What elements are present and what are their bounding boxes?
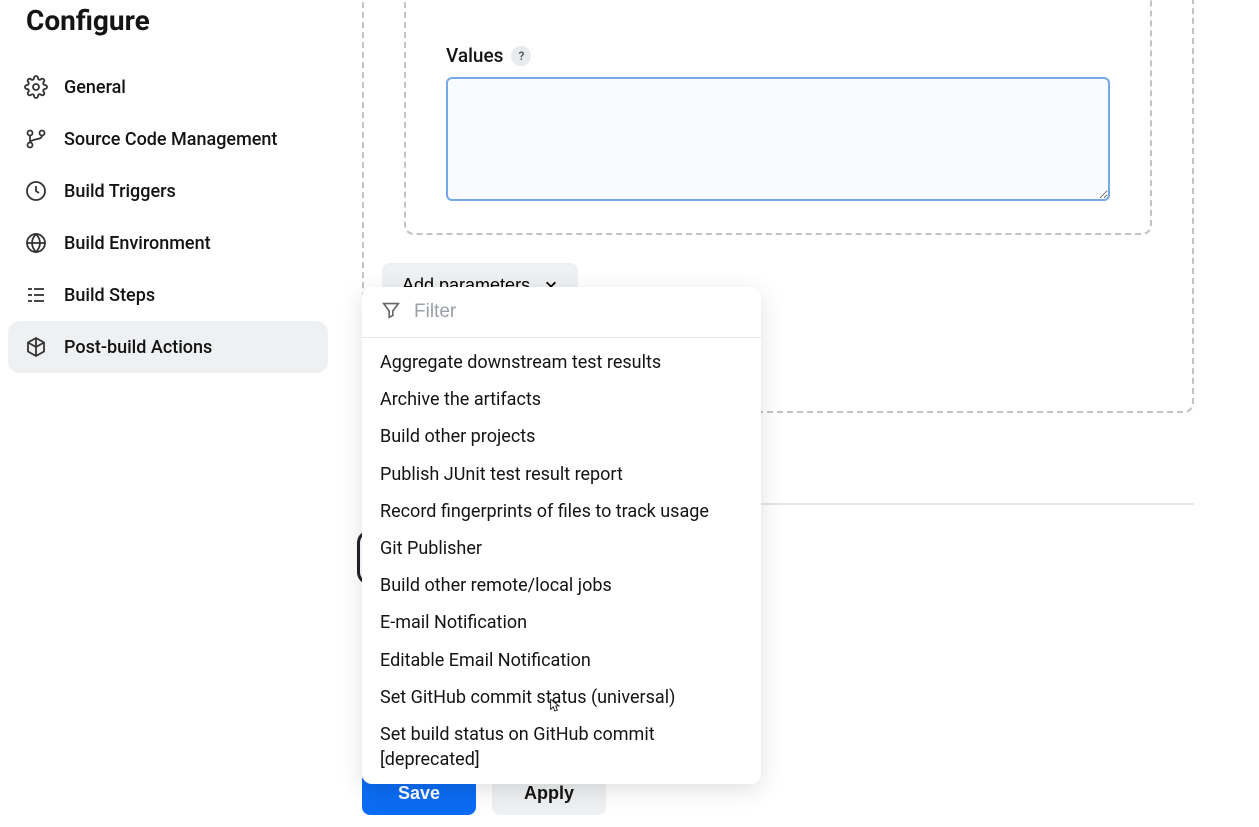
package-icon	[24, 335, 48, 359]
sidebar-item-label: Build Environment	[64, 233, 211, 254]
filter-icon	[380, 299, 402, 325]
page-title: Configure	[26, 4, 328, 37]
dropdown-item[interactable]: Build other remote/local jobs	[362, 567, 761, 604]
postbuild-action-dropdown: Aggregate downstream test results Archiv…	[362, 287, 761, 784]
sidebar-item-steps[interactable]: Build Steps	[8, 269, 328, 321]
dropdown-item[interactable]: Set GitHub commit status (universal)	[362, 679, 761, 716]
globe-icon	[24, 231, 48, 255]
sidebar-item-triggers[interactable]: Build Triggers	[8, 165, 328, 217]
dropdown-item[interactable]: Aggregate downstream test results	[362, 344, 761, 381]
dropdown-item[interactable]: E-mail Notification	[362, 604, 761, 641]
dropdown-item[interactable]: Archive the artifacts	[362, 381, 761, 418]
dropdown-item[interactable]: Build other projects	[362, 418, 761, 455]
dropdown-filter-row	[362, 287, 761, 338]
values-label: Values	[446, 44, 503, 67]
sidebar-item-label: General	[64, 77, 126, 98]
gear-icon	[24, 75, 48, 99]
dropdown-item[interactable]: Git Publisher	[362, 530, 761, 567]
sidebar-item-label: Build Triggers	[64, 181, 176, 202]
dropdown-item[interactable]: Set build status on GitHub commit [depre…	[362, 716, 761, 778]
dropdown-item[interactable]: Record fingerprints of files to track us…	[362, 493, 761, 530]
dropdown-item[interactable]: Publish JUnit test result report	[362, 456, 761, 493]
sidebar-item-label: Post-build Actions	[64, 337, 212, 358]
sidebar-item-postbuild[interactable]: Post-build Actions	[8, 321, 328, 373]
steps-icon	[24, 283, 48, 307]
sidebar-item-environment[interactable]: Build Environment	[8, 217, 328, 269]
dropdown-item[interactable]: Editable Email Notification	[362, 642, 761, 679]
dropdown-filter-input[interactable]	[414, 301, 743, 323]
sidebar-item-scm[interactable]: Source Code Management	[8, 113, 328, 165]
branch-icon	[24, 127, 48, 151]
sidebar-item-label: Build Steps	[64, 285, 155, 306]
sidebar-item-label: Source Code Management	[64, 129, 277, 150]
config-panel-inner: Values ?	[404, 0, 1152, 235]
dropdown-list: Aggregate downstream test results Archiv…	[362, 338, 761, 784]
help-icon[interactable]: ?	[511, 46, 531, 66]
sidebar-item-general[interactable]: General	[8, 61, 328, 113]
values-textarea[interactable]	[446, 77, 1110, 201]
clock-icon	[24, 179, 48, 203]
